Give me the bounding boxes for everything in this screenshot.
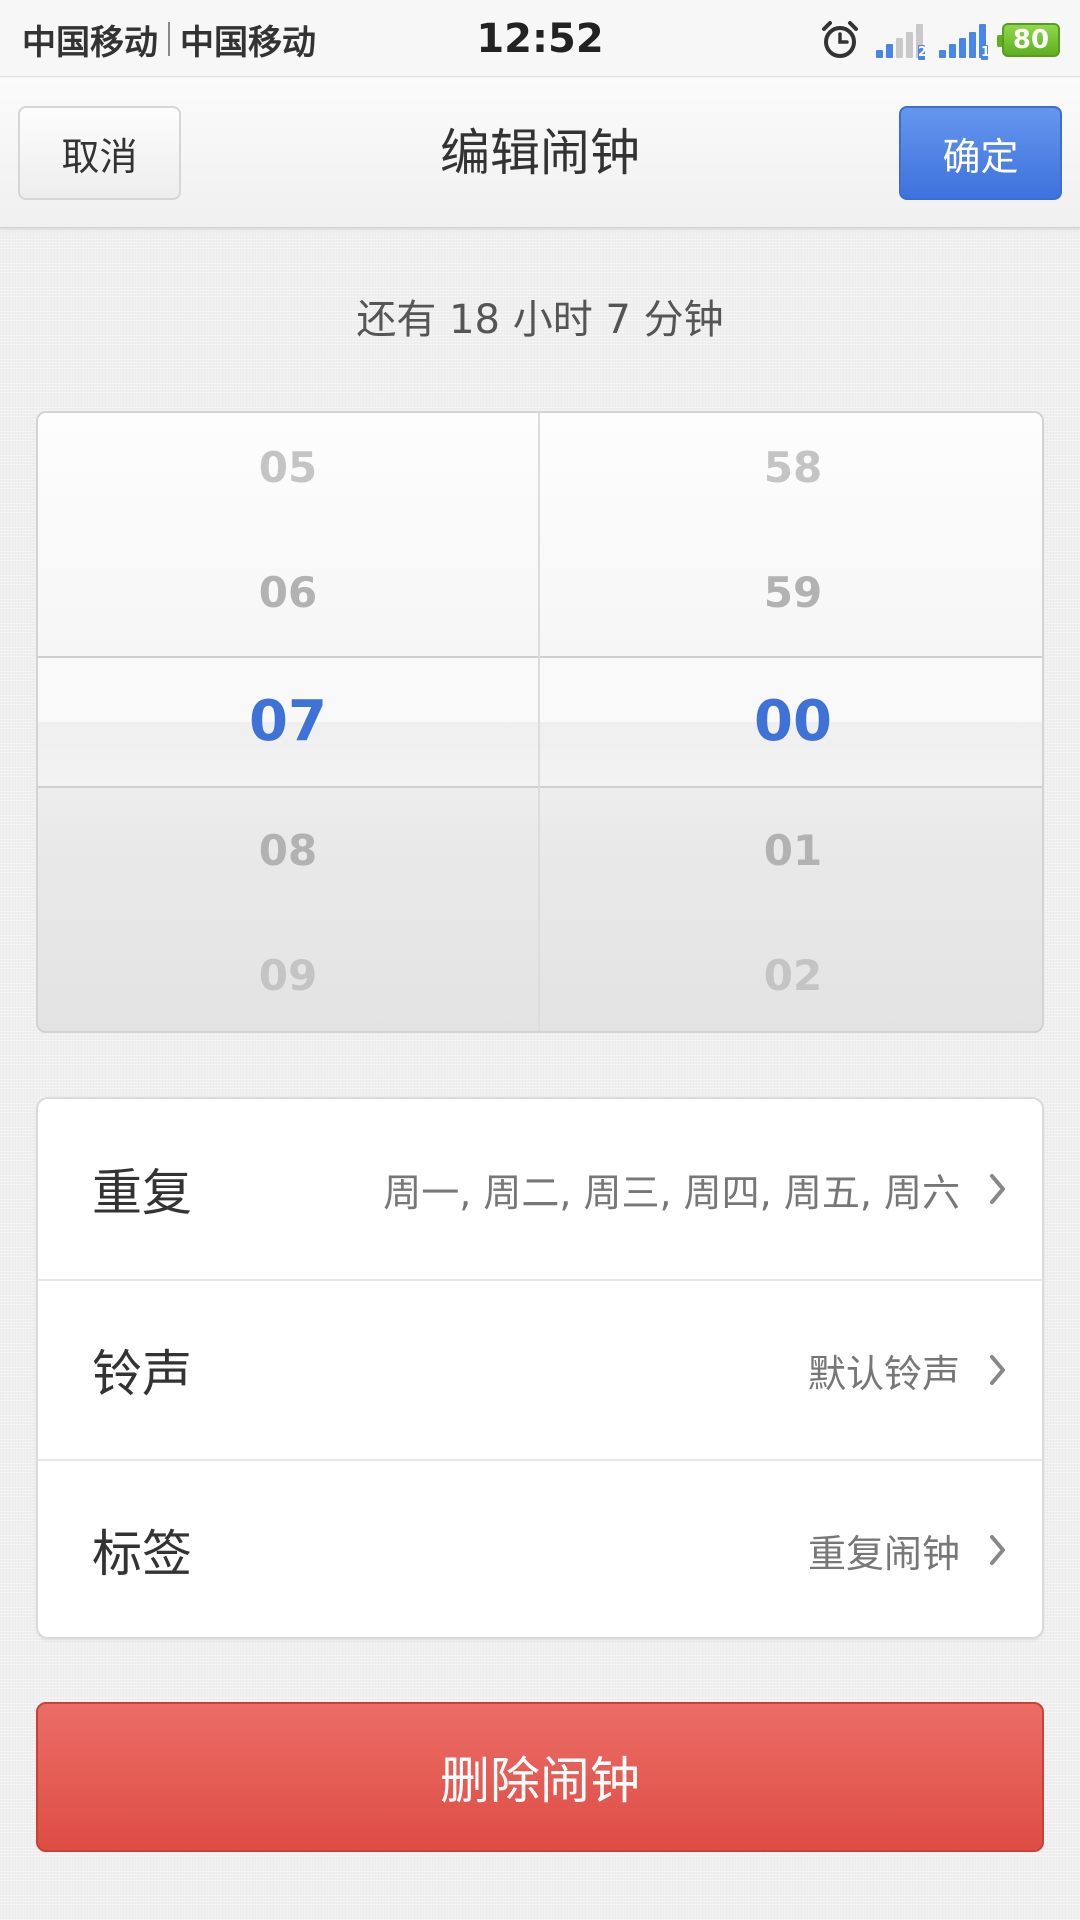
ringtone-value: 默认铃声	[807, 1351, 960, 1396]
title-bar: 取消 编辑闹钟 确定	[0, 78, 1080, 228]
signal-sim1-icon: 1	[939, 22, 991, 60]
signal-sim2-icon: 2	[876, 22, 928, 60]
minute-selected[interactable]: 00	[540, 687, 1042, 757]
minute-option[interactable]: 58	[540, 438, 1042, 498]
sim2-label: 2	[918, 45, 928, 60]
minute-option[interactable]: 02	[540, 946, 1042, 1006]
countdown-text: 还有 18 小时 7 分钟	[356, 297, 724, 343]
chevron-right-icon	[988, 1353, 1008, 1391]
alarm-icon	[820, 20, 860, 60]
minute-wheel[interactable]: 58 59 00 01 02	[540, 413, 1042, 1031]
label-value: 重复闹钟	[807, 1531, 960, 1576]
minute-option[interactable]: 01	[540, 821, 1042, 881]
label-label: 标签	[92, 1525, 192, 1583]
confirm-button[interactable]: 确定	[899, 106, 1062, 200]
hour-option[interactable]: 08	[38, 821, 538, 881]
hour-selected[interactable]: 07	[38, 687, 538, 757]
status-icons: 2 1 80	[820, 18, 1060, 62]
hour-option[interactable]: 05	[38, 438, 538, 498]
status-bar: 中国移动 中国移动 12:52 2 1 80	[0, 0, 1080, 77]
repeat-row[interactable]: 重复 周一, 周二, 周三, 周四, 周五, 周六	[38, 1099, 1042, 1279]
ringtone-label: 铃声	[92, 1345, 192, 1403]
battery-icon: 80	[997, 23, 1060, 57]
sim1-label: 1	[981, 45, 991, 60]
chevron-right-icon	[988, 1172, 1008, 1210]
label-row[interactable]: 标签 重复闹钟	[38, 1459, 1042, 1637]
alarm-settings-list: 重复 周一, 周二, 周三, 周四, 周五, 周六 铃声 默认铃声 标签 重复闹…	[36, 1097, 1044, 1639]
minute-option[interactable]: 59	[540, 563, 1042, 623]
repeat-value: 周一, 周二, 周三, 周四, 周五, 周六	[383, 1170, 960, 1215]
chevron-right-icon	[988, 1533, 1008, 1571]
hour-wheel[interactable]: 05 06 07 08 09	[38, 413, 538, 1031]
ringtone-row[interactable]: 铃声 默认铃声	[38, 1279, 1042, 1459]
delete-alarm-button[interactable]: 删除闹钟	[36, 1702, 1044, 1852]
hour-option[interactable]: 06	[38, 563, 538, 623]
repeat-label: 重复	[92, 1164, 192, 1222]
hour-option[interactable]: 09	[38, 946, 538, 1006]
time-picker[interactable]: 05 06 07 08 09 58 59 00 01 02	[36, 411, 1044, 1033]
